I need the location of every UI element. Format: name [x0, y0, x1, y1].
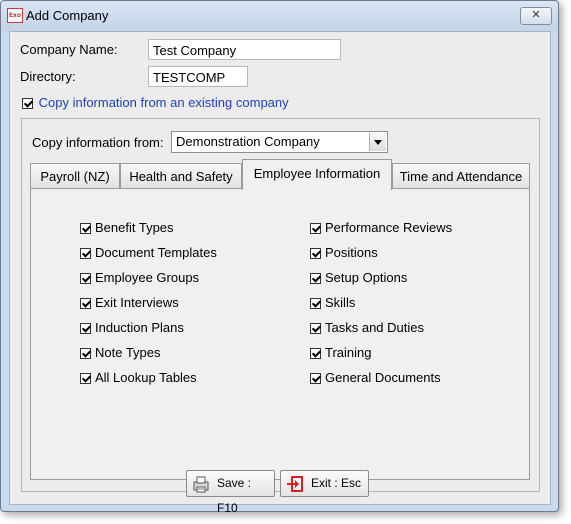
company-name-label: Company Name: — [20, 42, 118, 57]
option-label: Induction Plans — [95, 320, 184, 335]
option-performance-reviews[interactable]: Performance Reviews — [310, 220, 452, 236]
option-label: Skills — [325, 295, 356, 310]
checkbox-checked-icon — [80, 273, 91, 285]
checkbox-checked-icon — [310, 323, 321, 335]
option-induction-plans[interactable]: Induction Plans — [80, 320, 184, 336]
save-button-label: Save : F10 — [217, 476, 252, 515]
checkbox-checked-icon — [80, 373, 91, 385]
copy-from-dropdown[interactable]: Demonstration Company — [171, 131, 388, 153]
checkbox-checked-icon — [310, 223, 321, 235]
checkbox-checked-icon — [310, 373, 321, 385]
add-company-window: Exo Add Company ✕ Company Name: Test Com… — [0, 0, 559, 515]
option-general-documents[interactable]: General Documents — [310, 370, 441, 386]
window-title: Add Company — [26, 8, 109, 23]
option-label: Employee Groups — [95, 270, 200, 285]
option-exit-interviews[interactable]: Exit Interviews — [80, 295, 179, 311]
exit-door-icon — [287, 476, 303, 492]
copy-from-selected: Demonstration Company — [176, 134, 320, 149]
company-name-input[interactable]: Test Company — [148, 39, 341, 60]
checkbox-checked-icon — [80, 223, 91, 235]
tab-time-and-attendance[interactable]: Time and Attendance — [392, 163, 530, 188]
checkbox-checked-icon — [80, 298, 91, 310]
option-setup-options[interactable]: Setup Options — [310, 270, 407, 286]
copy-existing-checkbox[interactable]: Copy information from an existing compan… — [22, 95, 289, 110]
directory-label: Directory: — [20, 69, 76, 84]
checkbox-checked-icon — [310, 273, 321, 285]
checkbox-checked-icon — [80, 348, 91, 360]
option-employee-groups[interactable]: Employee Groups — [80, 270, 199, 286]
dialog-body: Company Name: Test Company Directory: TE… — [9, 31, 551, 515]
option-benefit-types[interactable]: Benefit Types — [80, 220, 174, 236]
option-tasks-and-duties[interactable]: Tasks and Duties — [310, 320, 424, 336]
copy-from-label: Copy information from: — [32, 135, 164, 150]
checkbox-checked-icon — [80, 248, 91, 260]
option-skills[interactable]: Skills — [310, 295, 355, 311]
close-button[interactable]: ✕ — [520, 7, 552, 25]
option-label: Training — [325, 345, 372, 360]
tab-health-and-safety[interactable]: Health and Safety — [120, 163, 242, 188]
checkbox-checked-icon — [80, 323, 91, 335]
checkbox-checked-icon — [310, 348, 321, 360]
option-label: Document Templates — [95, 245, 217, 260]
tab-employee-information[interactable]: Employee Information — [242, 159, 392, 190]
checkbox-checked-icon — [22, 98, 33, 110]
option-label: General Documents — [325, 370, 441, 385]
option-label: Setup Options — [325, 270, 408, 285]
directory-input[interactable]: TESTCOMP — [148, 66, 248, 87]
exo-app-icon: Exo — [7, 8, 23, 23]
option-label: Exit Interviews — [95, 295, 179, 310]
option-label: Note Types — [95, 345, 161, 360]
option-label: Positions — [325, 245, 378, 260]
chevron-down-icon[interactable] — [369, 133, 386, 151]
option-label: Performance Reviews — [325, 220, 453, 235]
option-all-lookup-tables[interactable]: All Lookup Tables — [80, 370, 197, 386]
checkbox-checked-icon — [310, 298, 321, 310]
option-label: Tasks and Duties — [325, 320, 424, 335]
option-positions[interactable]: Positions — [310, 245, 378, 261]
option-label: All Lookup Tables — [95, 370, 197, 385]
save-printer-icon — [193, 476, 209, 493]
copy-existing-label: Copy information from an existing compan… — [38, 95, 289, 110]
save-button[interactable]: Save : F10 — [186, 470, 275, 515]
option-note-types[interactable]: Note Types — [80, 345, 161, 361]
checkbox-checked-icon — [310, 248, 321, 260]
option-label: Benefit Types — [95, 220, 174, 235]
tab-payroll-nz[interactable]: Payroll (NZ) — [30, 163, 120, 188]
option-document-templates[interactable]: Document Templates — [80, 245, 217, 261]
exit-button[interactable]: Exit : Esc — [280, 470, 369, 497]
title-bar[interactable]: Exo Add Company ✕ — [1, 1, 558, 31]
exit-button-label: Exit : Esc — [311, 476, 362, 490]
option-training[interactable]: Training — [310, 345, 371, 361]
